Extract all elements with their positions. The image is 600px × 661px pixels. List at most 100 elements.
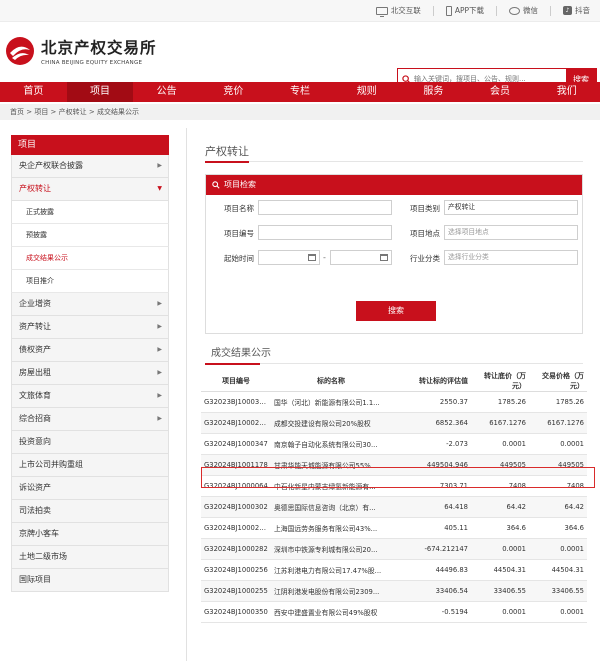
table-row[interactable]: G32023BJ1000370-4 国华（河北）新能源有限公司1.1... 2550… — [201, 391, 587, 413]
deal-price-cell: 0.0001 — [529, 601, 587, 623]
project-code-cell[interactable]: G32024BJ1000282 — [201, 538, 271, 560]
project-name-cell[interactable]: 西安中建盛置业有限公司49%股权 — [271, 601, 391, 623]
table-row[interactable]: G32024BJ1000350 西安中建盛置业有限公司49%股权 -0.5194 0.… — [201, 601, 587, 623]
site-logo[interactable]: 北京产权交易所 CHINA BEIJING EQUITY EXCHANGE — [5, 36, 157, 66]
nav-item-announcements[interactable]: 公告 — [133, 82, 200, 102]
nav-item-rules[interactable]: 规则 — [333, 82, 400, 102]
chevron-right-icon: ▶ — [157, 162, 162, 169]
chevron-right-icon: ▶ — [157, 415, 162, 422]
valuation-cell: -0.5194 — [391, 601, 471, 623]
valuation-cell: 7303.71 — [391, 475, 471, 497]
divider — [550, 5, 551, 16]
utility-bar: 北交互联 APP下载 微信 ♪ 抖音 — [0, 0, 600, 22]
utility-douyin-link[interactable]: ♪ 抖音 — [563, 5, 590, 16]
project-name-cell[interactable]: 成都交投建设有限公司20%股权 — [271, 412, 391, 434]
nav-item-services[interactable]: 服务 — [400, 82, 467, 102]
sidebar-item-culture-sports[interactable]: 文旅体育 ▶ — [11, 385, 169, 408]
project-search-button[interactable]: 搜索 — [356, 301, 436, 321]
reserve-price-cell: 0.0001 — [471, 538, 529, 560]
sidebar-item-house-rental[interactable]: 房屋出租 ▶ — [11, 362, 169, 385]
valuation-cell: -2.073 — [391, 433, 471, 455]
project-type-input[interactable]: 产权转让 — [444, 200, 578, 215]
project-code-cell[interactable]: G32024BJ1000347 — [201, 433, 271, 455]
sidebar-sub-pre-disclosure[interactable]: 预披露 — [11, 224, 169, 247]
valuation-cell: -674.212147 — [391, 538, 471, 560]
project-code-cell[interactable]: G32024BJ1000350 — [201, 601, 271, 623]
sidebar-item-equity-transfer[interactable]: 产权转让 ▼ — [11, 178, 169, 201]
project-code-cell[interactable]: G32023BJ1000370-4 — [201, 391, 271, 413]
project-code-cell[interactable]: G32024BJ1000256 — [201, 559, 271, 581]
utility-app-link[interactable]: APP下载 — [445, 5, 484, 16]
sidebar-item-asset-transfer[interactable]: 资产转让 ▶ — [11, 316, 169, 339]
project-name-cell[interactable]: 江苏利港电力有限公司17.47%股... — [271, 559, 391, 581]
sidebar-item-investment-promotion[interactable]: 综合招商 ▶ — [11, 408, 169, 431]
project-code-cell[interactable]: G32024BJ1000302 — [201, 496, 271, 518]
project-code-cell[interactable]: G32024BJ1000255 — [201, 580, 271, 602]
valuation-cell: 405.11 — [391, 517, 471, 539]
table-row[interactable]: G32024BJ1000282 深圳市中铁源专利城有限公司20... -674.21… — [201, 538, 587, 560]
nav-item-bidding[interactable]: 竞价 — [200, 82, 267, 102]
project-code-cell[interactable]: G32024BJ1001178 — [201, 454, 271, 476]
project-code-cell[interactable]: G32024BJ1000064 — [201, 475, 271, 497]
sidebar-item-litigation-assets[interactable]: 诉讼资产 — [11, 477, 169, 500]
chevron-right-icon: ▶ — [157, 346, 162, 353]
sidebar-item-beijing-plate[interactable]: 京牌小客车 — [11, 523, 169, 546]
calendar-icon — [380, 254, 388, 261]
project-code-cell[interactable]: G32024BJ1000230-2 — [201, 517, 271, 539]
project-name-input[interactable] — [258, 200, 392, 215]
reserve-price-cell: 0.0001 — [471, 601, 529, 623]
table-row[interactable]: G32024BJ1000064 中石化新星内蒙古绿氢新能源有... 7303.71 7… — [201, 475, 587, 497]
project-code-input[interactable] — [258, 225, 392, 240]
project-name-cell[interactable]: 江阴利港发电股份有限公司2309... — [271, 580, 391, 602]
nav-item-projects[interactable]: 项目 — [66, 82, 134, 102]
divider — [205, 363, 260, 365]
project-name-cell[interactable]: 中石化新星内蒙古绿氢新能源有... — [271, 475, 391, 497]
project-name-cell[interactable]: 奥德思国际信息咨询（北京）有... — [271, 496, 391, 518]
sidebar-item-central-soe[interactable]: 央企产权联合披露 ▶ — [11, 155, 169, 178]
sidebar-item-international[interactable]: 国际项目 — [11, 569, 169, 592]
table-row[interactable]: G32024BJ1000274-2 成都交投建设有限公司20%股权 6852.364… — [201, 412, 587, 434]
utility-wechat-link[interactable]: 微信 — [509, 5, 538, 16]
sidebar-item-capital-increase[interactable]: 企业增资 ▶ — [11, 293, 169, 316]
project-name-cell[interactable]: 国华（河北）新能源有限公司1.1... — [271, 391, 391, 413]
sidebar-item-investment-intent[interactable]: 投资意向 — [11, 431, 169, 454]
chevron-down-icon: ▼ — [157, 185, 162, 192]
sidebar-sub-formal-disclosure[interactable]: 正式披露 — [11, 201, 169, 224]
sidebar-item-land-market[interactable]: 土地二级市场 — [11, 546, 169, 569]
project-code-cell[interactable]: G32024BJ1000274-2 — [201, 412, 271, 434]
start-date-input[interactable] — [258, 250, 320, 265]
sidebar-sub-deal-results[interactable]: 成交结果公示 — [11, 247, 169, 270]
project-name-cell[interactable]: 甘肃华能天城能源有限公司55%... — [271, 454, 391, 476]
project-type-label: 项目类别 — [410, 204, 440, 213]
sidebar-item-mna[interactable]: 上市公司并购重组 — [11, 454, 169, 477]
phone-icon — [445, 5, 452, 16]
nav-item-home[interactable]: 首页 — [0, 82, 67, 102]
nav-item-about[interactable]: 我们 — [533, 82, 600, 102]
table-row[interactable]: G32024BJ1001178 甘肃华能天城能源有限公司55%... 449504.… — [201, 454, 587, 476]
divider — [432, 5, 434, 16]
sidebar-item-judicial-auction[interactable]: 司法拍卖 — [11, 500, 169, 523]
start-time-label: 起始时间 — [224, 254, 254, 263]
table-row[interactable]: G32024BJ1000230-2 上海国远劳务服务有限公司43%... 405.1… — [201, 517, 587, 539]
industry-select[interactable]: 选择行业分类 — [444, 250, 578, 265]
calendar-icon — [308, 254, 316, 261]
utility-beijiao-link[interactable]: 北交互联 — [375, 5, 421, 17]
end-date-input[interactable] — [330, 250, 392, 265]
table-row[interactable]: G32024BJ1000302 奥德思国际信息咨询（北京）有... 64.418 64… — [201, 496, 587, 518]
chevron-right-icon: ▶ — [157, 369, 162, 376]
results-table: 项目编号 标的名称 转让标的评估值 转让底价（万元） 交易价格（万元） G320… — [201, 371, 587, 623]
project-name-cell[interactable]: 深圳市中铁源专利城有限公司20... — [271, 538, 391, 560]
main-content: 产权转让 项目检索 项目名称 项目类别 产权转让 项目编号 项目地点 选择项目地… — [186, 128, 600, 661]
sidebar-item-debt-assets[interactable]: 债权资产 ▶ — [11, 339, 169, 362]
table-row[interactable]: G32024BJ1000347 南京翰子自动化系统有限公司30... -2.073 0… — [201, 433, 587, 455]
deal-price-cell: 44504.31 — [529, 559, 587, 581]
nav-item-members[interactable]: 会员 — [467, 82, 534, 102]
project-location-select[interactable]: 选择项目地点 — [444, 225, 578, 240]
project-name-cell[interactable]: 上海国远劳务服务有限公司43%... — [271, 517, 391, 539]
project-name-cell[interactable]: 南京翰子自动化系统有限公司30... — [271, 433, 391, 455]
nav-item-columns[interactable]: 专栏 — [267, 82, 334, 102]
reserve-price-cell: 1785.26 — [471, 391, 529, 413]
table-row[interactable]: G32024BJ1000255 江阴利港发电股份有限公司2309... 33406.… — [201, 580, 587, 602]
table-row[interactable]: G32024BJ1000256 江苏利港电力有限公司17.47%股... 44496… — [201, 559, 587, 581]
sidebar-sub-promotion[interactable]: 项目推介 — [11, 270, 169, 293]
